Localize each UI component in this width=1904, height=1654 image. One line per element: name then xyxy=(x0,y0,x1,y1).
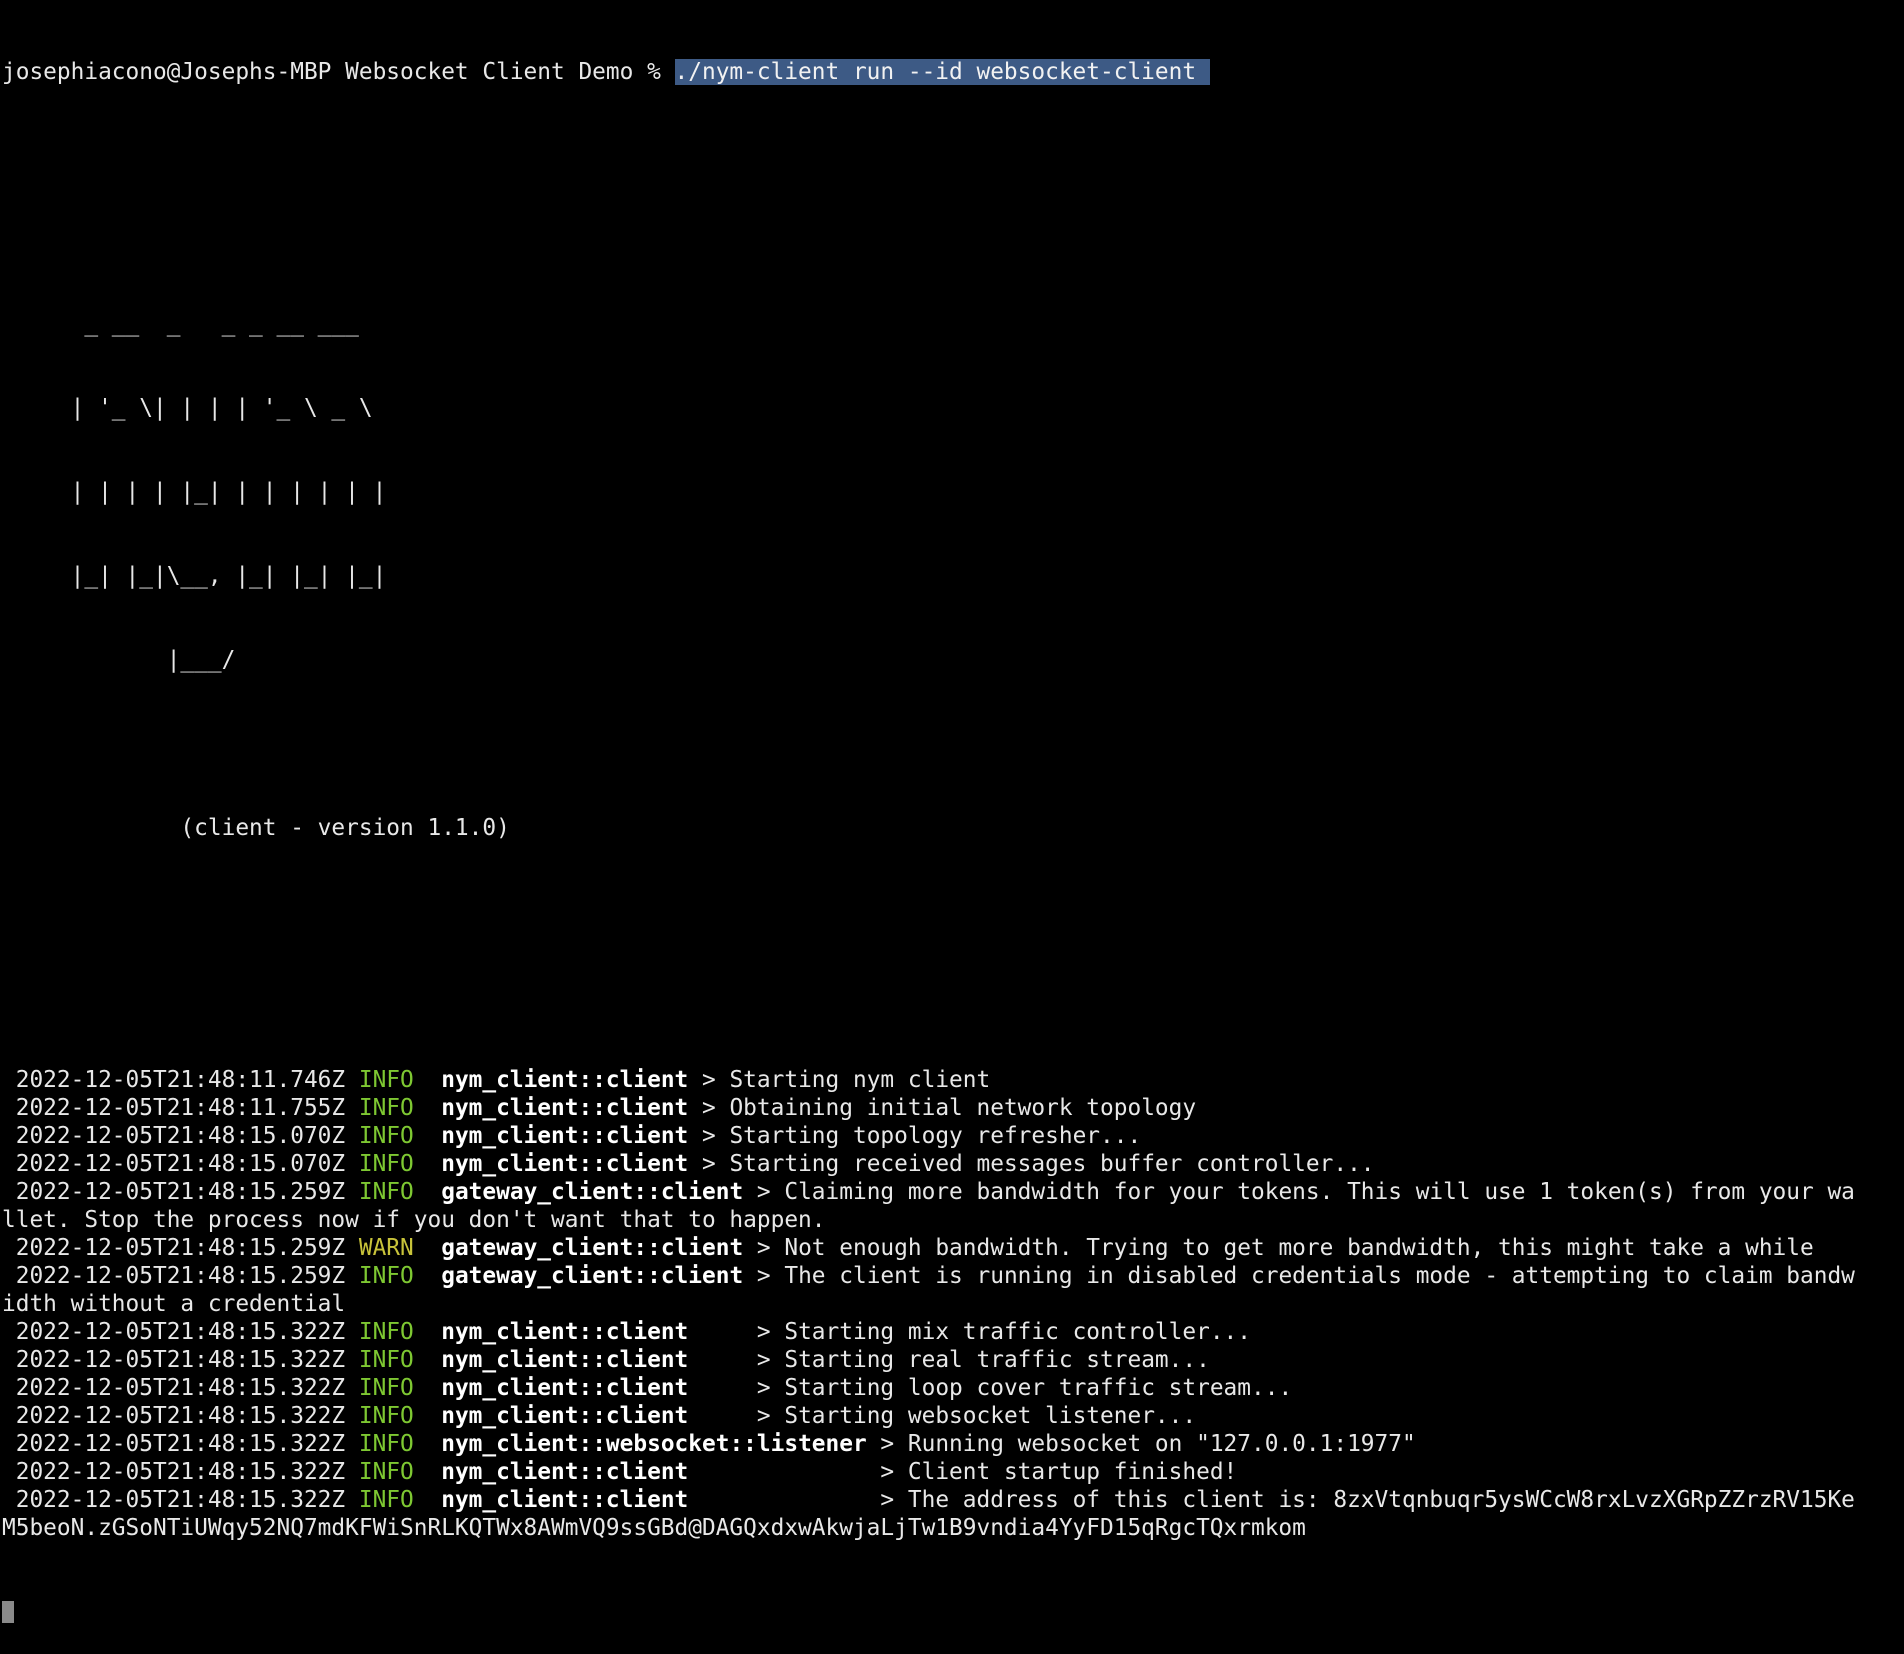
log-timestamp: 2022-12-05T21:48:15.259Z xyxy=(2,1235,346,1261)
log-target: gateway_client::client xyxy=(441,1263,744,1289)
log-entry: 2022-12-05T21:48:15.322Z INFO nym_client… xyxy=(2,1458,1900,1486)
log-message: > Obtaining initial network topology xyxy=(688,1095,1197,1121)
log-message: > The client is running in disabled cred… xyxy=(743,1263,1855,1289)
log-timestamp: 2022-12-05T21:48:15.322Z xyxy=(2,1431,346,1457)
log-timestamp: 2022-12-05T21:48:11.755Z xyxy=(2,1095,346,1121)
log-message: > Starting topology refresher... xyxy=(688,1123,1142,1149)
log-message: > Starting mix traffic controller... xyxy=(688,1319,1252,1345)
log-target: nym_client::client xyxy=(441,1123,689,1149)
terminal-cursor xyxy=(2,1601,14,1623)
log-timestamp: 2022-12-05T21:48:15.259Z xyxy=(2,1179,346,1205)
log-message: > Claiming more bandwidth for your token… xyxy=(743,1179,1855,1205)
log-target: gateway_client::client xyxy=(441,1179,744,1205)
ascii-logo-line: |___/ xyxy=(2,647,236,673)
log-message: > Running websocket on "127.0.0.1:1977" xyxy=(866,1431,1416,1457)
log-output: 2022-12-05T21:48:11.746Z INFO nym_client… xyxy=(2,1066,1900,1542)
log-level-badge: INFO xyxy=(358,1319,414,1345)
log-message: > Starting received messages buffer cont… xyxy=(688,1151,1375,1177)
ascii-logo-line: |_| |_|\__, |_| |_| |_| xyxy=(2,563,387,589)
log-target: nym_client::client xyxy=(441,1487,689,1513)
log-target: nym_client::client xyxy=(441,1347,689,1373)
log-entry: 2022-12-05T21:48:15.322Z INFO nym_client… xyxy=(2,1486,1900,1514)
log-target: nym_client::client xyxy=(441,1403,689,1429)
log-target: nym_client::client xyxy=(441,1459,689,1485)
log-timestamp: 2022-12-05T21:48:15.322Z xyxy=(2,1403,346,1429)
log-timestamp: 2022-12-05T21:48:15.322Z xyxy=(2,1459,346,1485)
ascii-logo-line: | | | | |_| | | | | | | xyxy=(2,479,387,505)
log-level-badge: INFO xyxy=(358,1487,414,1513)
log-level-badge: INFO xyxy=(358,1459,414,1485)
terminal-window[interactable]: josephiacono@Josephs-MBP Websocket Clien… xyxy=(2,2,1900,1654)
log-timestamp: 2022-12-05T21:48:15.322Z xyxy=(2,1319,346,1345)
log-entry: 2022-12-05T21:48:15.259Z INFO gateway_cl… xyxy=(2,1178,1900,1206)
log-entry: 2022-12-05T21:48:11.746Z INFO nym_client… xyxy=(2,1066,1900,1094)
log-target: nym_client::client xyxy=(441,1151,689,1177)
log-level-badge: INFO xyxy=(358,1067,414,1093)
log-level-badge: INFO xyxy=(358,1151,414,1177)
log-target: gateway_client::client xyxy=(441,1235,744,1261)
log-target: nym_client::client xyxy=(441,1067,689,1093)
input-line[interactable] xyxy=(2,1598,1900,1626)
log-message: > Not enough bandwidth. Trying to get mo… xyxy=(743,1235,1814,1261)
log-level-badge: INFO xyxy=(358,1095,414,1121)
log-level-badge: INFO xyxy=(358,1431,414,1457)
log-timestamp: 2022-12-05T21:48:15.322Z xyxy=(2,1347,346,1373)
log-message-continuation: idth without a credential xyxy=(2,1291,346,1317)
log-timestamp: 2022-12-05T21:48:15.322Z xyxy=(2,1487,346,1513)
shell-prompt: josephiacono@Josephs-MBP Websocket Clien… xyxy=(2,59,675,85)
log-level-badge: INFO xyxy=(358,1263,414,1289)
log-level-badge: INFO xyxy=(358,1403,414,1429)
log-level-badge: INFO xyxy=(358,1375,414,1401)
log-level-badge: WARN xyxy=(358,1235,414,1261)
ascii-logo-line: _ __ _ _ _ __ ___ xyxy=(2,311,359,337)
log-timestamp: 2022-12-05T21:48:15.322Z xyxy=(2,1375,346,1401)
log-level-badge: INFO xyxy=(358,1347,414,1373)
log-message: > Starting nym client xyxy=(688,1067,991,1093)
log-entry: 2022-12-05T21:48:15.322Z INFO nym_client… xyxy=(2,1402,1900,1430)
log-message: > The address of this client is: 8zxVtqn… xyxy=(688,1487,1855,1513)
log-timestamp: 2022-12-05T21:48:15.259Z xyxy=(2,1263,346,1289)
log-entry: 2022-12-05T21:48:15.259Z INFO gateway_cl… xyxy=(2,1262,1900,1290)
log-message-continuation: M5beoN.zGSoNTiUWqy52NQ7mdKFWiSnRLKQTWx8A… xyxy=(2,1515,1306,1541)
command-line[interactable]: josephiacono@Josephs-MBP Websocket Clien… xyxy=(2,58,1900,86)
log-timestamp: 2022-12-05T21:48:11.746Z xyxy=(2,1067,346,1093)
log-message: > Client startup finished! xyxy=(688,1459,1238,1485)
log-entry: 2022-12-05T21:48:15.070Z INFO nym_client… xyxy=(2,1122,1900,1150)
log-target: nym_client::client xyxy=(441,1375,689,1401)
log-message-continuation: llet. Stop the process now if you don't … xyxy=(2,1207,826,1233)
log-target: nym_client::client xyxy=(441,1319,689,1345)
client-version: (client - version 1.1.0) xyxy=(2,815,510,841)
log-level-badge: INFO xyxy=(358,1179,414,1205)
log-level-badge: INFO xyxy=(358,1123,414,1149)
log-message: > Starting websocket listener... xyxy=(688,1403,1197,1429)
log-message: > Starting loop cover traffic stream... xyxy=(688,1375,1293,1401)
log-entry: 2022-12-05T21:48:15.322Z INFO nym_client… xyxy=(2,1430,1900,1458)
log-entry: 2022-12-05T21:48:15.259Z WARN gateway_cl… xyxy=(2,1234,1900,1262)
log-message: > Starting real traffic stream... xyxy=(688,1347,1210,1373)
ascii-logo-line: | '_ \| | | | '_ \ _ \ xyxy=(2,395,373,421)
log-target: nym_client::client xyxy=(441,1095,689,1121)
log-entry: 2022-12-05T21:48:11.755Z INFO nym_client… xyxy=(2,1094,1900,1122)
log-timestamp: 2022-12-05T21:48:15.070Z xyxy=(2,1123,346,1149)
log-entry: 2022-12-05T21:48:15.070Z INFO nym_client… xyxy=(2,1150,1900,1178)
log-timestamp: 2022-12-05T21:48:15.070Z xyxy=(2,1151,346,1177)
log-entry: 2022-12-05T21:48:15.322Z INFO nym_client… xyxy=(2,1374,1900,1402)
log-target: nym_client::websocket::listener xyxy=(441,1431,867,1457)
log-entry: 2022-12-05T21:48:15.322Z INFO nym_client… xyxy=(2,1346,1900,1374)
log-entry: 2022-12-05T21:48:15.322Z INFO nym_client… xyxy=(2,1318,1900,1346)
command-text[interactable]: ./nym-client run --id websocket-client xyxy=(674,59,1210,85)
